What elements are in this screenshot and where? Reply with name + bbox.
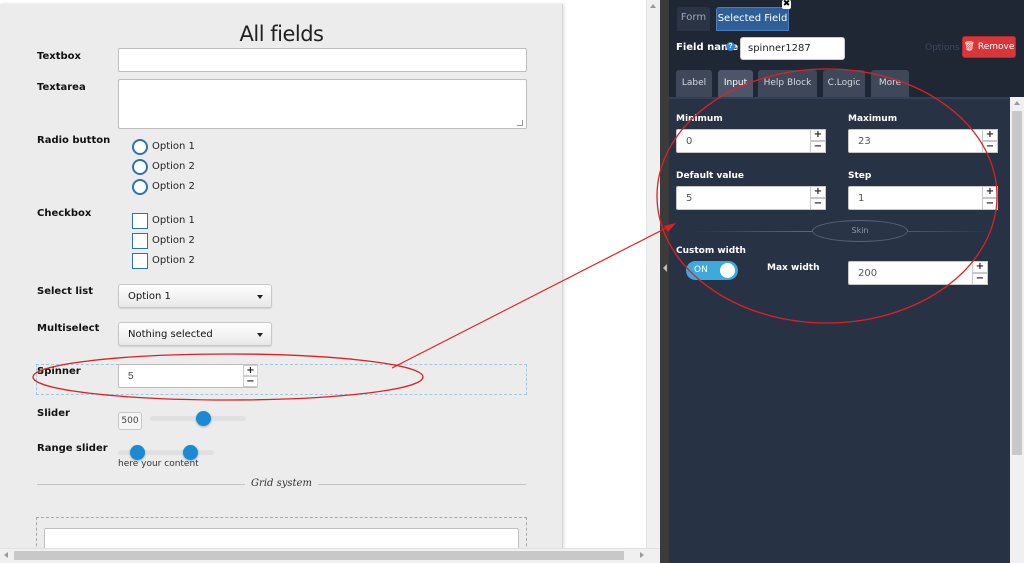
caret-down-icon bbox=[257, 295, 263, 299]
checkbox-option-1[interactable] bbox=[132, 213, 148, 229]
subtab-more[interactable]: More bbox=[871, 70, 909, 97]
options-link[interactable]: Options bbox=[925, 43, 960, 53]
spinner-increment-button[interactable]: + bbox=[243, 365, 258, 376]
textarea-input[interactable] bbox=[118, 79, 527, 129]
radio-option-2[interactable] bbox=[132, 159, 148, 175]
scrollbar-thumb[interactable] bbox=[1012, 111, 1022, 455]
checkbox-option-label: Option 2 bbox=[152, 255, 195, 266]
maximum-label: Maximum bbox=[848, 114, 898, 124]
field-name-input[interactable]: spinner1287 bbox=[740, 37, 845, 60]
step-label: Step bbox=[848, 171, 872, 181]
slider-label: Slider bbox=[37, 408, 70, 419]
subtab-label[interactable]: Label bbox=[676, 70, 712, 97]
spinner-label: Spinner bbox=[37, 366, 81, 377]
step-input[interactable]: 1 bbox=[848, 186, 985, 210]
max-width-decrement-button[interactable]: − bbox=[972, 273, 988, 285]
range-slider-label: Range slider bbox=[37, 443, 108, 454]
form-preview: All fields Textbox Textarea Radio button… bbox=[0, 4, 563, 550]
toggle-knob[interactable] bbox=[720, 263, 735, 278]
collapse-arrow-icon[interactable] bbox=[663, 264, 667, 272]
minimum-increment-button[interactable]: + bbox=[810, 129, 826, 141]
divider bbox=[318, 484, 526, 485]
spinner-field-selected[interactable] bbox=[36, 364, 527, 395]
multiselect-label: Multiselect bbox=[37, 323, 100, 334]
scroll-up-arrow-icon[interactable] bbox=[650, 4, 656, 8]
form-title: All fields bbox=[239, 22, 324, 46]
textarea-label: Textarea bbox=[37, 82, 86, 93]
multiselect-dropdown[interactable]: Nothing selected bbox=[118, 322, 272, 346]
remove-button[interactable]: 🗑 Remove bbox=[962, 36, 1016, 58]
resize-grip-icon[interactable] bbox=[517, 120, 523, 126]
panel-splitter[interactable] bbox=[660, 0, 669, 563]
divider bbox=[37, 484, 245, 485]
range-slider-handle-high[interactable] bbox=[183, 445, 198, 460]
minimum-input[interactable]: 0 bbox=[676, 129, 813, 153]
left-vertical-scrollbar[interactable] bbox=[646, 0, 660, 548]
maximum-input[interactable]: 23 bbox=[848, 129, 985, 153]
caret-down-icon bbox=[257, 333, 263, 337]
grid-input[interactable] bbox=[44, 528, 519, 550]
checkbox-label: Checkbox bbox=[37, 208, 92, 219]
subtab-help-block[interactable]: Help Block bbox=[758, 70, 817, 97]
spinner-decrement-button[interactable]: − bbox=[243, 376, 258, 387]
maximum-increment-button[interactable]: + bbox=[982, 129, 998, 141]
step-increment-button[interactable]: + bbox=[982, 186, 998, 198]
close-icon[interactable]: ✖ bbox=[782, 0, 791, 9]
default-value-label: Default value bbox=[676, 171, 745, 181]
help-icon[interactable]: ? bbox=[726, 42, 735, 51]
slider-value: 500 bbox=[118, 412, 142, 430]
input-settings-body bbox=[669, 97, 1010, 563]
multiselect-value: Nothing selected bbox=[128, 329, 213, 340]
radio-option-3[interactable] bbox=[132, 179, 148, 195]
grid-system-label: Grid system bbox=[251, 478, 312, 489]
step-decrement-button[interactable]: − bbox=[982, 198, 998, 210]
radio-option-label: Option 1 bbox=[152, 141, 195, 152]
max-width-label: Max width bbox=[767, 263, 820, 273]
minimum-decrement-button[interactable]: − bbox=[810, 141, 826, 153]
range-slider-handle-low[interactable] bbox=[130, 445, 146, 460]
checkbox-option-label: Option 2 bbox=[152, 235, 195, 246]
checkbox-option-2[interactable] bbox=[132, 233, 148, 249]
toggle-state-text: ON bbox=[694, 265, 708, 275]
range-slider-hint: here your content bbox=[118, 459, 199, 469]
max-width-input[interactable]: 200 bbox=[848, 261, 973, 285]
default-value-input[interactable]: 5 bbox=[676, 186, 813, 210]
select-dropdown[interactable]: Option 1 bbox=[118, 284, 272, 308]
scroll-up-arrow-icon[interactable] bbox=[1014, 101, 1020, 105]
slider-handle[interactable] bbox=[195, 411, 211, 426]
subtab-conditional-logic[interactable]: C.Logic bbox=[823, 70, 865, 97]
default-increment-button[interactable]: + bbox=[810, 186, 826, 198]
textbox-label: Textbox bbox=[37, 51, 81, 62]
spinner-input[interactable]: 5 bbox=[118, 364, 258, 388]
tab-form[interactable]: Form bbox=[677, 7, 710, 31]
checkbox-option-3[interactable] bbox=[132, 253, 148, 269]
select-value: Option 1 bbox=[128, 291, 171, 302]
scroll-left-arrow-icon[interactable] bbox=[4, 552, 8, 558]
spinner-value: 5 bbox=[128, 371, 134, 382]
scroll-right-arrow-icon[interactable] bbox=[640, 552, 644, 558]
select-label: Select list bbox=[37, 286, 93, 297]
radio-option-1[interactable] bbox=[132, 139, 148, 155]
tab-selected-field[interactable]: Selected Field bbox=[716, 7, 789, 31]
max-width-increment-button[interactable]: + bbox=[972, 261, 988, 273]
skin-toggle-button[interactable]: Skin bbox=[812, 220, 908, 242]
scrollbar-thumb[interactable] bbox=[14, 551, 624, 560]
radio-option-label: Option 2 bbox=[152, 181, 195, 192]
maximum-decrement-button[interactable]: − bbox=[982, 141, 998, 153]
radio-label: Radio button bbox=[37, 135, 111, 146]
minimum-label: Minimum bbox=[676, 114, 723, 124]
checkbox-option-label: Option 1 bbox=[152, 215, 195, 226]
subtab-input[interactable]: Input bbox=[718, 70, 753, 97]
radio-option-label: Option 2 bbox=[152, 161, 195, 172]
custom-width-label: Custom width bbox=[676, 246, 746, 256]
default-decrement-button[interactable]: − bbox=[810, 198, 826, 210]
textbox-input[interactable] bbox=[118, 48, 527, 72]
